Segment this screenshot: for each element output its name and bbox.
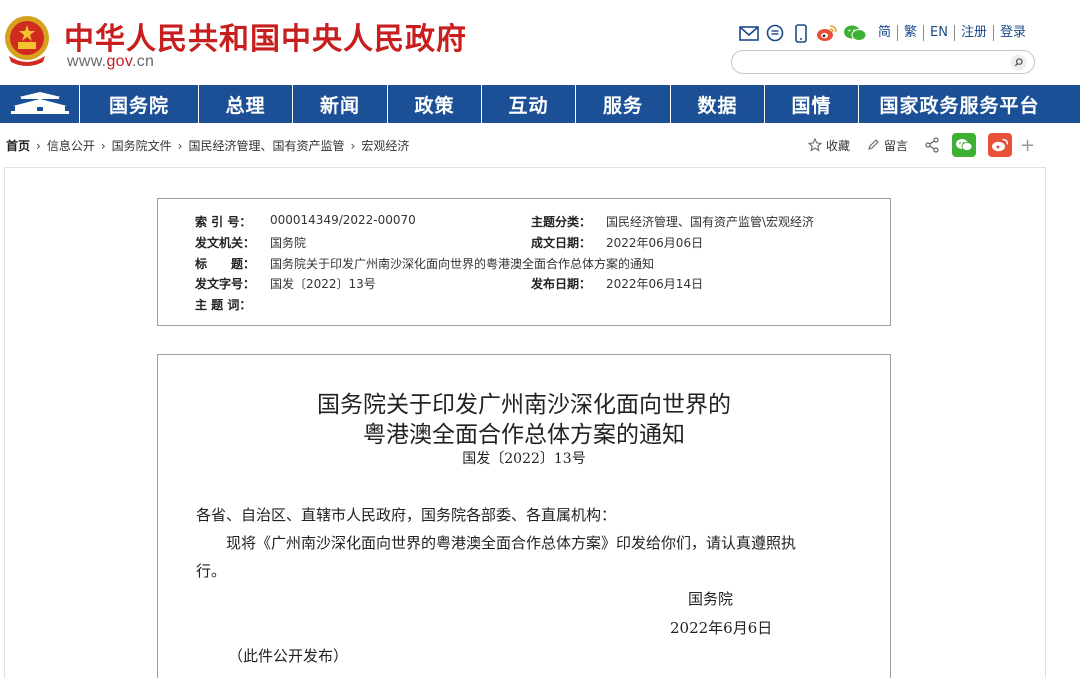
meta-row: 标 题： 国务院关于印发广州南沙深化面向世界的粤港澳全面合作总体方案的通知 [158,255,890,275]
meta-row: 主 题 词： [158,296,890,316]
document-salutation: 各省、自治区、直辖市人民政府，国务院各部委、各直属机构： [196,506,617,524]
tiananmen-icon [10,92,69,114]
meta-label: 索 引 号： [195,215,252,229]
national-emblem-icon[interactable] [3,12,51,70]
meta-row: 索 引 号： 000014349/2022-00070 主题分类： 国民经济管理… [158,213,890,233]
meta-label: 发文机关： [195,236,256,250]
site-title[interactable]: 中华人民共和国中央人民政府 [64,14,467,58]
main-nav: 国务院 总理 新闻 政策 互动 服务 数据 国情 国家政务服务平台 [0,85,1080,123]
lang-traditional[interactable]: 繁 [898,25,925,41]
breadcrumb-item[interactable]: 国民经济管理、国有资产监管 [188,137,344,154]
meta-label: 成文日期： [531,236,592,250]
share-wechat-button[interactable] [952,133,977,157]
chevron-right-icon: › [177,138,183,153]
share-button[interactable] [924,137,940,153]
register-link[interactable]: 注册 [955,25,994,41]
wechat-icon[interactable] [842,22,868,44]
search-box [731,50,1035,74]
meta-label: 标 题： [195,257,256,271]
pencil-icon [868,139,879,150]
site-header: 中华人民共和国中央人民政府 www.gov.cn 简 繁 EN 注册 登录 [0,0,1080,86]
meta-written-date: 2022年06月06日 [606,236,704,250]
more-share-icon[interactable]: + [1020,135,1035,156]
nav-item-gov-service-platform[interactable]: 国家政务服务平台 [859,85,1060,123]
meta-issuer: 国务院 [270,236,307,250]
meta-row: 发文字号： 国发〔2022〕13号 发布日期： 2022年06月14日 [158,275,890,295]
meta-index-no: 000014349/2022-00070 [270,213,416,227]
meta-title: 国务院关于印发广州南沙深化面向世界的粤港澳全面合作总体方案的通知 [270,257,655,271]
lang-simplified[interactable]: 简 [872,25,899,41]
meta-label: 主 题 词： [195,298,252,312]
breadcrumb-item[interactable]: 国务院文件 [112,137,172,154]
document-paragraph: 行。 [196,562,227,580]
meta-label: 发布日期： [531,277,592,291]
document-paragraph: 现将《广州南沙深化面向世界的粤港澳全面合作总体方案》印发给你们，请认真遵照执 [226,534,797,552]
document-title-line-1: 国务院关于印发广州南沙深化面向世界的 [317,392,731,418]
message-icon[interactable] [764,22,786,44]
nav-item-state-council[interactable]: 国务院 [80,85,199,123]
weibo-icon [992,138,1009,152]
document-body: 国务院关于印发广州南沙深化面向世界的 粤港澳全面合作总体方案的通知 国发〔202… [157,354,891,678]
share-icon [925,137,939,153]
mobile-icon[interactable] [790,22,812,44]
nav-item-news[interactable]: 新闻 [293,85,388,123]
breadcrumb: 首页 › 信息公开 › 国务院文件 › 国民经济管理、国有资产监管 › 宏观经济 [6,137,409,154]
favorite-button[interactable]: 收藏 [808,137,850,154]
document-publication-note: （此件公开发布） [228,647,349,665]
search-icon[interactable] [1010,54,1027,71]
nav-item-national-info[interactable]: 国情 [765,85,859,123]
mail-icon[interactable] [738,22,760,44]
weibo-icon[interactable] [816,22,838,44]
domain-suffix: .cn [131,53,155,70]
page-actions: 收藏 留言 + [808,131,1035,159]
comment-label: 留言 [884,138,909,153]
document-meta-table: 索 引 号： 000014349/2022-00070 主题分类： 国民经济管理… [157,198,891,326]
meta-label: 主题分类： [531,215,592,229]
nav-item-policy[interactable]: 政策 [388,85,482,123]
meta-publish-date: 2022年06月14日 [606,277,704,291]
search-input[interactable] [742,53,1007,71]
chevron-right-icon: › [350,138,356,153]
meta-doc-no: 国发〔2022〕13号 [270,277,376,291]
domain-gov: gov [106,53,132,70]
nav-item-premier[interactable]: 总理 [199,85,293,123]
wechat-icon [956,139,973,151]
nav-tiananmen-logo[interactable] [0,85,80,123]
domain-prefix: www. [67,53,107,70]
meta-category: 国民经济管理、国有资产监管\宏观经济 [606,215,815,229]
login-link[interactable]: 登录 [994,25,1032,41]
chevron-right-icon: › [100,138,106,153]
document-signer: 国务院 [688,590,734,608]
breadcrumb-item[interactable]: 信息公开 [47,137,95,154]
breadcrumb-item[interactable]: 宏观经济 [361,137,409,154]
lang-english[interactable]: EN [924,25,955,41]
star-icon [808,138,822,152]
document-title-line-2: 粤港澳全面合作总体方案的通知 [363,422,685,448]
document-sign-date: 2022年6月6日 [670,619,773,637]
meta-row: 发文机关： 国务院 成文日期： 2022年06月06日 [158,234,890,254]
nav-item-interaction[interactable]: 互动 [482,85,576,123]
favorite-label: 收藏 [826,138,851,153]
comment-button[interactable]: 留言 [866,137,908,154]
header-tools: 简 繁 EN 注册 登录 [738,21,1032,45]
document-number: 国发〔2022〕13号 [462,451,586,467]
breadcrumb-home[interactable]: 首页 [6,137,30,154]
chevron-right-icon: › [36,138,41,153]
nav-item-services[interactable]: 服务 [576,85,671,123]
nav-item-data[interactable]: 数据 [671,85,765,123]
meta-label: 发文字号： [195,277,256,291]
site-domain[interactable]: www.gov.cn [67,53,154,71]
share-weibo-button[interactable] [988,133,1013,157]
